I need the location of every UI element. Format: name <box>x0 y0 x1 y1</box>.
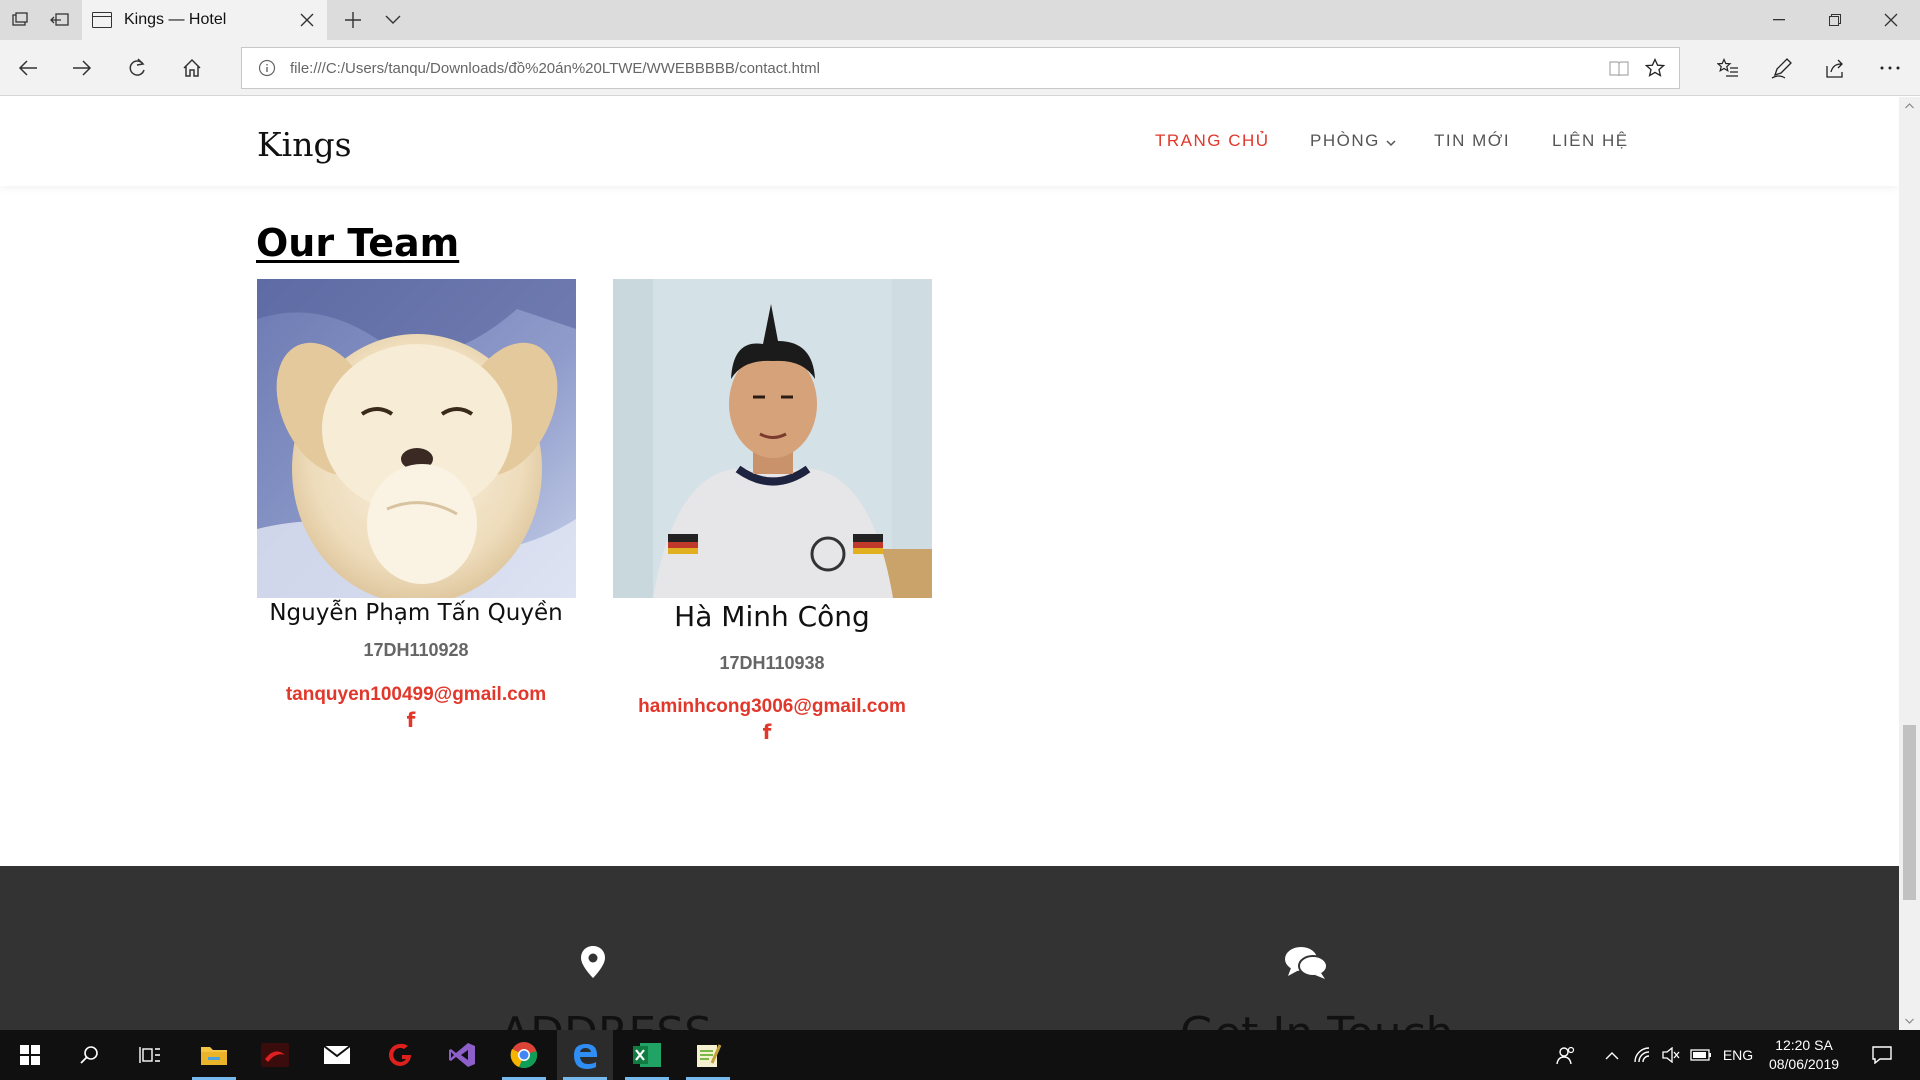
garena-icon[interactable] <box>372 1030 428 1080</box>
menu-phong[interactable]: PHÒNG <box>1310 131 1396 152</box>
favorites-hub-icon[interactable] <box>1708 48 1748 88</box>
more-options-icon[interactable] <box>1870 48 1910 88</box>
team-member-card: Nguyễn Phạm Tấn Quyền 17DH110928 tanquye… <box>256 279 576 732</box>
footer-contact-heading: Get In Touch <box>1180 1008 1454 1030</box>
chevron-down-icon <box>1386 132 1396 152</box>
reading-view-icon[interactable] <box>1601 50 1637 86</box>
close-window-icon[interactable] <box>1863 0 1919 40</box>
scroll-down-icon[interactable] <box>1899 1012 1920 1030</box>
tab-actions-icon[interactable] <box>0 0 40 40</box>
menu-tin-moi[interactable]: TIN MỚI <box>1434 131 1510 151</box>
info-icon[interactable] <box>258 59 276 77</box>
map-marker-icon <box>581 946 605 983</box>
member-name: Hà Minh Công <box>674 600 870 633</box>
browser-toolbar: file:///C:/Users/tanqu/Downloads/đồ%20án… <box>0 40 1920 96</box>
chrome-icon[interactable] <box>496 1030 552 1080</box>
wifi-icon[interactable] <box>1630 1030 1656 1080</box>
add-favorite-star-icon[interactable] <box>1637 50 1673 86</box>
set-tabs-aside-icon[interactable] <box>40 0 80 40</box>
taskbar-clock[interactable]: 12:20 SA 08/06/2019 <box>1756 1036 1852 1074</box>
clock-date: 08/06/2019 <box>1768 1056 1840 1072</box>
member-email-link[interactable]: tanquyen100499@gmail.com <box>256 684 576 706</box>
site-navbar: Kings TRANG CHỦ PHÒNG TIN MỚI LIÊN HỆ <box>0 97 1899 186</box>
volume-muted-icon[interactable] <box>1658 1030 1684 1080</box>
excel-icon[interactable] <box>619 1030 675 1080</box>
forward-arrow-icon[interactable] <box>62 48 102 88</box>
address-bar[interactable]: file:///C:/Users/tanqu/Downloads/đồ%20án… <box>241 47 1680 89</box>
action-center-icon[interactable] <box>1862 1030 1902 1080</box>
task-view-icon[interactable] <box>122 1030 178 1080</box>
active-tab[interactable]: Kings — Hotel <box>82 0 327 40</box>
scroll-up-icon[interactable] <box>1899 97 1920 115</box>
facebook-icon[interactable]: f <box>612 720 922 744</box>
restore-icon[interactable] <box>1807 0 1863 40</box>
minimize-icon[interactable] <box>1751 0 1807 40</box>
site-brand[interactable]: Kings <box>257 125 352 164</box>
game-app-icon[interactable] <box>247 1030 303 1080</box>
show-hidden-icons-chevron-icon[interactable] <box>1598 1030 1626 1080</box>
visual-studio-icon[interactable] <box>434 1030 490 1080</box>
back-arrow-icon[interactable] <box>8 48 48 88</box>
file-explorer-icon[interactable] <box>186 1030 242 1080</box>
menu-lien-he[interactable]: LIÊN HỆ <box>1552 131 1629 151</box>
menu-phong-label: PHÒNG <box>1310 131 1380 150</box>
page-icon <box>92 12 112 28</box>
windows-taskbar: ENG 12:20 SA 08/06/2019 <box>0 1030 1920 1080</box>
new-tab-icon[interactable] <box>333 0 373 40</box>
team-member-card: Hà Minh Công 17DH110938 haminhcong3006@g… <box>612 279 932 744</box>
tab-preview-chevron-icon[interactable] <box>373 0 413 40</box>
mail-icon[interactable] <box>309 1030 365 1080</box>
our-team-heading: Our Team <box>256 221 460 265</box>
tab-title: Kings — Hotel <box>124 11 227 28</box>
close-tab-icon[interactable] <box>293 6 321 34</box>
clock-time: 12:20 SA <box>1775 1037 1833 1053</box>
browser-tabstrip: Kings — Hotel <box>0 0 1920 40</box>
scrollbar-thumb[interactable] <box>1903 725 1916 900</box>
page-scrollbar[interactable] <box>1899 97 1920 1030</box>
page-viewport: Kings TRANG CHỦ PHÒNG TIN MỚI LIÊN HỆ Ou… <box>0 97 1899 1030</box>
add-notes-pen-icon[interactable] <box>1762 48 1802 88</box>
footer-address-heading: ADDRESS <box>500 1008 712 1030</box>
share-icon[interactable] <box>1816 48 1856 88</box>
language-indicator[interactable]: ENG <box>1718 1030 1758 1080</box>
refresh-icon[interactable] <box>117 48 157 88</box>
battery-icon[interactable] <box>1687 1030 1715 1080</box>
chat-bubbles-icon <box>1285 946 1328 985</box>
notepad-plus-icon[interactable] <box>680 1030 736 1080</box>
member-student-id: 17DH110928 <box>363 640 469 660</box>
start-windows-icon[interactable] <box>2 1030 58 1080</box>
member-email-link[interactable]: haminhcong3006@gmail.com <box>612 696 932 718</box>
people-icon[interactable] <box>1549 1030 1583 1080</box>
home-icon[interactable] <box>172 48 212 88</box>
puppy-photo <box>256 279 576 598</box>
member-name: Nguyễn Phạm Tấn Quyền <box>269 600 563 626</box>
portrait-photo <box>612 279 932 598</box>
facebook-icon[interactable]: f <box>256 708 566 732</box>
member-student-id: 17DH110938 <box>719 653 825 673</box>
search-icon[interactable] <box>61 1030 117 1080</box>
edge-icon[interactable] <box>557 1030 613 1080</box>
url-text[interactable]: file:///C:/Users/tanqu/Downloads/đồ%20án… <box>290 60 1601 77</box>
menu-trang-chu[interactable]: TRANG CHỦ <box>1155 131 1270 151</box>
site-footer: ADDRESS Get In Touch <box>0 866 1899 1030</box>
